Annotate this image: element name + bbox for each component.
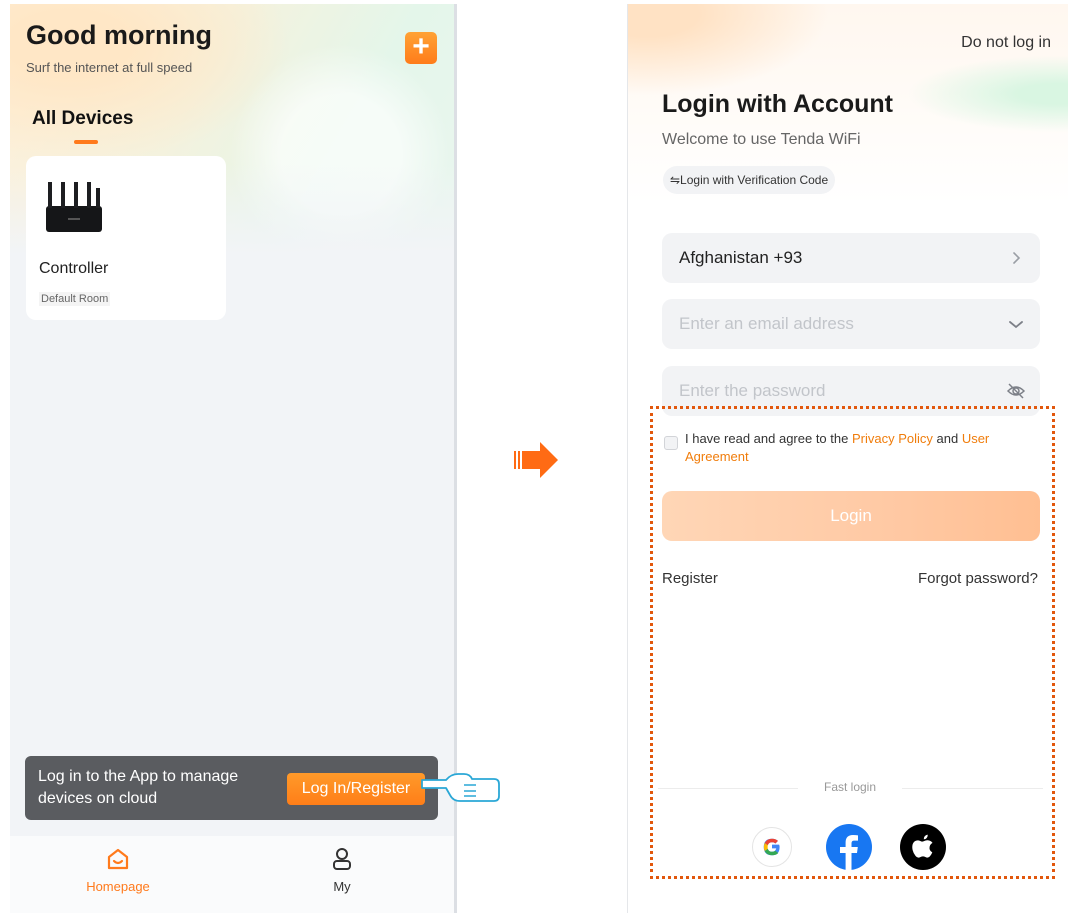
- nav-item-homepage[interactable]: Homepage: [58, 846, 178, 894]
- tab-all-devices[interactable]: All Devices: [32, 108, 133, 130]
- eye-hidden-icon[interactable]: [1006, 381, 1026, 401]
- password-input[interactable]: [679, 378, 979, 404]
- login-prompt-text: Log in to the App to manage devices on c…: [38, 768, 239, 807]
- homepage-screen: Good morning Surf the internet at full s…: [10, 4, 457, 913]
- device-name: Controller: [39, 260, 109, 277]
- welcome-text: Welcome to use Tenda WiFi: [662, 131, 861, 148]
- bottom-navigation: Homepage My: [10, 836, 454, 913]
- skip-login-link[interactable]: Do not log in: [961, 34, 1051, 52]
- nav-label-homepage: Homepage: [86, 879, 150, 894]
- email-field: [662, 299, 1040, 349]
- router-image: [46, 182, 102, 232]
- greeting-subtitle: Surf the internet at full speed: [26, 60, 193, 75]
- chevron-right-icon: [1013, 252, 1021, 264]
- pointing-hand-icon: [421, 773, 500, 802]
- country-code-selector[interactable]: Afghanistan +93: [662, 233, 1040, 283]
- nav-label-my: My: [333, 879, 351, 894]
- highlight-frame: [650, 406, 1055, 879]
- page-title: Login with Account: [662, 90, 893, 118]
- device-card-controller[interactable]: Controller Default Room: [26, 156, 226, 320]
- email-input[interactable]: [679, 311, 979, 337]
- verification-code-login-button[interactable]: ⇋Login with Verification Code: [663, 166, 836, 194]
- tab-active-indicator: [74, 140, 98, 144]
- chevron-down-icon[interactable]: [1006, 314, 1026, 334]
- login-prompt-banner: Log in to the App to manage devices on c…: [25, 756, 438, 820]
- flow-arrow-icon: [514, 442, 558, 478]
- home-icon: [107, 848, 129, 870]
- country-code-value: Afghanistan +93: [679, 248, 803, 267]
- greeting-title: Good morning: [26, 20, 212, 50]
- login-register-button[interactable]: Log In/Register: [287, 773, 425, 805]
- nav-item-my[interactable]: My: [282, 846, 402, 894]
- add-device-button[interactable]: +: [405, 32, 437, 64]
- device-room-label: Default Room: [39, 292, 111, 306]
- user-icon: [333, 848, 351, 870]
